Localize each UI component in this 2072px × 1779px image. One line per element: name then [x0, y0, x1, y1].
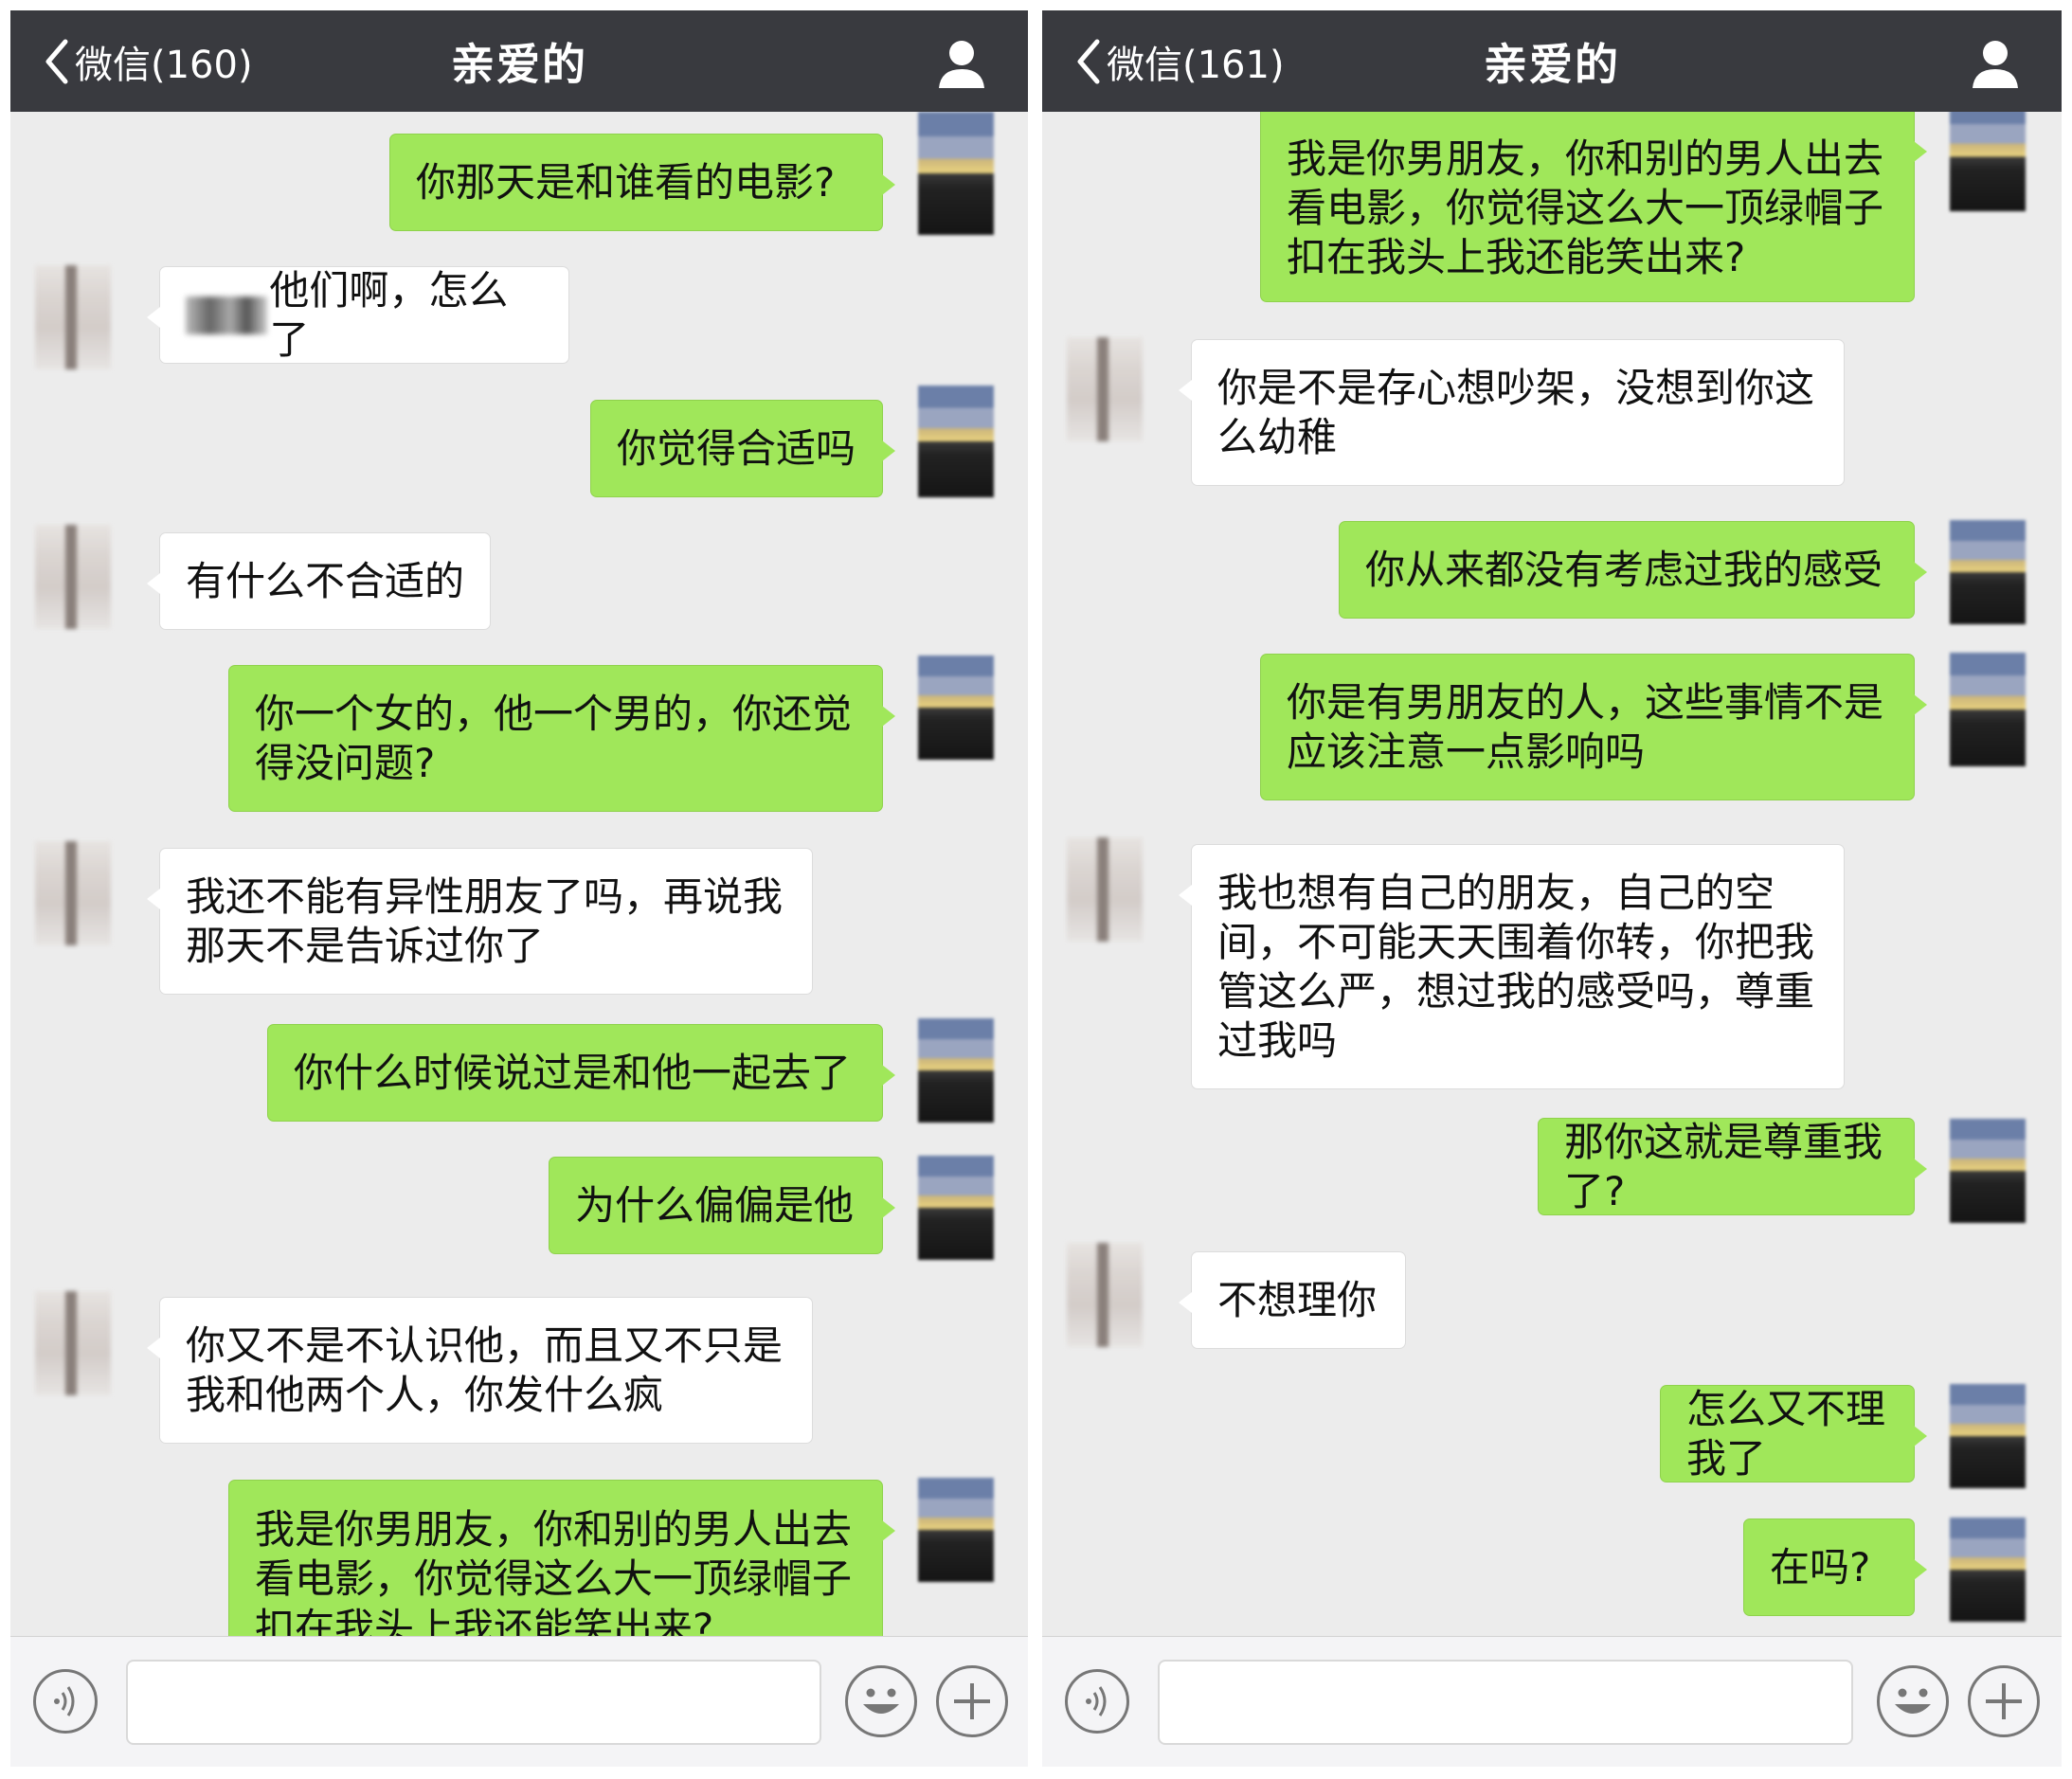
input-toolbar [10, 1636, 1028, 1767]
message-text: 我也想有自己的朋友，自己的空 间，不可能天天围着你转，你把我 管这么严，想过我的… [1217, 869, 1815, 1064]
contact-avatar[interactable] [1067, 337, 1143, 441]
nav-bar: 微信(160) 亲爱的 [10, 10, 1028, 112]
message-text: 有什么不合适的 [186, 557, 465, 604]
chat-title: 亲爱的 [1484, 38, 1620, 90]
message-list[interactable]: 我是你男朋友，你和别的男人出去 看电影，你觉得这么大一顶绿帽子 扣在我头上我还能… [1042, 112, 2062, 1637]
message-bubble-received[interactable]: 我还不能有异性朋友了吗，再说我 那天不是告诉过你了 [147, 848, 813, 995]
message-bubble-sent[interactable]: 你从来都没有考虑过我的感受 [1339, 521, 1927, 619]
voice-button[interactable] [33, 1669, 98, 1734]
plus-icon [954, 1683, 990, 1719]
message-text: 你又不是不认识他，而且又不只是 我和他两个人，你发什么疯 [186, 1321, 784, 1418]
message-bubble-sent[interactable]: 为什么偏偏是他 [549, 1157, 895, 1254]
message-bubble-sent[interactable]: 你觉得合适吗 [590, 400, 895, 497]
more-button[interactable] [936, 1665, 1008, 1737]
message-bubble-sent[interactable]: 那你这就是尊重我了? [1538, 1118, 1927, 1215]
message-bubble-sent[interactable]: 你那天是和谁看的电影? [389, 134, 895, 231]
my-avatar[interactable] [1950, 653, 2026, 766]
message-bubble-received[interactable]: 他们啊，怎么了 [147, 266, 569, 364]
my-avatar[interactable] [1950, 1518, 2026, 1622]
message-bubble-received[interactable]: 你是不是存心想吵架，没想到你这 么幼稚 [1179, 339, 1845, 486]
nav-bar: 微信(161) 亲爱的 [1042, 10, 2062, 112]
voice-icon [54, 1686, 75, 1716]
message-bubble-received[interactable]: 有什么不合适的 [147, 532, 491, 630]
my-avatar[interactable] [918, 656, 994, 760]
my-avatar[interactable] [918, 1156, 994, 1260]
message-bubble-sent[interactable]: 怎么又不理我了 [1660, 1385, 1927, 1482]
emoji-icon [1895, 1688, 1931, 1714]
message-text: 我还不能有异性朋友了吗，再说我 那天不是告诉过你了 [186, 872, 784, 969]
message-bubble-received[interactable]: 不想理你 [1179, 1251, 1406, 1349]
message-text: 不想理你 [1217, 1276, 1378, 1323]
profile-button[interactable] [935, 37, 988, 90]
message-text: 在吗? [1770, 1543, 1871, 1590]
message-bubble-sent[interactable]: 在吗? [1743, 1518, 1927, 1616]
my-avatar[interactable] [1950, 1384, 2026, 1488]
message-input[interactable] [1158, 1660, 1853, 1745]
my-avatar[interactable] [1950, 112, 2026, 211]
my-avatar[interactable] [918, 1478, 994, 1582]
message-bubble-sent[interactable]: 你什么时候说过是和他一起去了 [267, 1024, 895, 1122]
contact-avatar[interactable] [1067, 837, 1143, 942]
message-bubble-received[interactable]: 我也想有自己的朋友，自己的空 间，不可能天天围着你转，你把我 管这么严，想过我的… [1179, 844, 1845, 1089]
my-avatar[interactable] [918, 386, 994, 497]
contact-avatar[interactable] [1067, 1243, 1143, 1347]
chat-screen-left: 微信(160) 亲爱的 你那天是和谁看的电影? 他们啊，怎么了 你觉得合适吗 有… [10, 10, 1028, 1767]
person-icon [939, 41, 984, 88]
voice-icon [1086, 1686, 1107, 1716]
plus-icon [1986, 1683, 2022, 1719]
message-text: 我是你男朋友，你和别的男人出去 看电影，你觉得这么大一顶绿帽子 扣在我头上我还能… [255, 1506, 853, 1637]
chat-screen-right: 微信(161) 亲爱的 我是你男朋友，你和别的男人出去 看电影，你觉得这么大一顶… [1042, 10, 2062, 1767]
message-text: 我是你男朋友，你和别的男人出去 看电影，你觉得这么大一顶绿帽子 扣在我头上我还能… [1287, 135, 1884, 280]
emoji-button[interactable] [1877, 1665, 1949, 1737]
message-bubble-received[interactable]: 你又不是不认识他，而且又不只是 我和他两个人，你发什么疯 [147, 1297, 813, 1444]
message-text: 你一个女的，他一个男的，你还觉 得没问题? [255, 690, 853, 786]
message-list[interactable]: 你那天是和谁看的电影? 他们啊，怎么了 你觉得合适吗 有什么不合适的 你一个女的… [10, 112, 1028, 1637]
emoji-icon [863, 1688, 899, 1714]
message-text: 他们啊，怎么了 [269, 266, 509, 363]
message-text: 你什么时候说过是和他一起去了 [294, 1049, 852, 1096]
emoji-button[interactable] [845, 1665, 917, 1737]
redacted-name [186, 296, 268, 334]
message-text: 你从来都没有考虑过我的感受 [1365, 546, 1883, 593]
contact-avatar[interactable] [35, 1291, 111, 1395]
message-input[interactable] [126, 1660, 821, 1745]
input-toolbar [1042, 1636, 2062, 1767]
message-bubble-sent[interactable]: 我是你男朋友，你和别的男人出去 看电影，你觉得这么大一顶绿帽子 扣在我头上我还能… [228, 1480, 895, 1637]
profile-button[interactable] [1969, 37, 2022, 90]
chat-title: 亲爱的 [451, 38, 587, 90]
message-text: 你那天是和谁看的电影? [416, 158, 836, 206]
message-text: 为什么偏偏是他 [575, 1181, 855, 1229]
contact-avatar[interactable] [35, 841, 111, 945]
person-icon [1973, 41, 2018, 88]
contact-avatar[interactable] [35, 525, 111, 629]
message-text: 怎么又不理我了 [1686, 1385, 1886, 1482]
my-avatar[interactable] [1950, 1119, 2026, 1223]
message-bubble-sent[interactable]: 你一个女的，他一个男的，你还觉 得没问题? [228, 665, 895, 812]
message-text: 你觉得合适吗 [617, 424, 856, 472]
message-text: 你是不是存心想吵架，没想到你这 么幼稚 [1217, 364, 1815, 460]
voice-button[interactable] [1065, 1669, 1129, 1734]
contact-avatar[interactable] [35, 265, 111, 369]
message-text: 你是有男朋友的人，这些事情不是 应该注意一点影响吗 [1287, 678, 1884, 775]
message-bubble-sent[interactable]: 我是你男朋友，你和别的男人出去 看电影，你觉得这么大一顶绿帽子 扣在我头上我还能… [1260, 112, 1927, 302]
more-button[interactable] [1968, 1665, 2040, 1737]
message-bubble-sent[interactable]: 你是有男朋友的人，这些事情不是 应该注意一点影响吗 [1260, 654, 1927, 800]
message-text: 那你这就是尊重我了? [1564, 1118, 1883, 1214]
my-avatar[interactable] [918, 1018, 994, 1123]
my-avatar[interactable] [1950, 520, 2026, 624]
my-avatar[interactable] [918, 112, 994, 235]
